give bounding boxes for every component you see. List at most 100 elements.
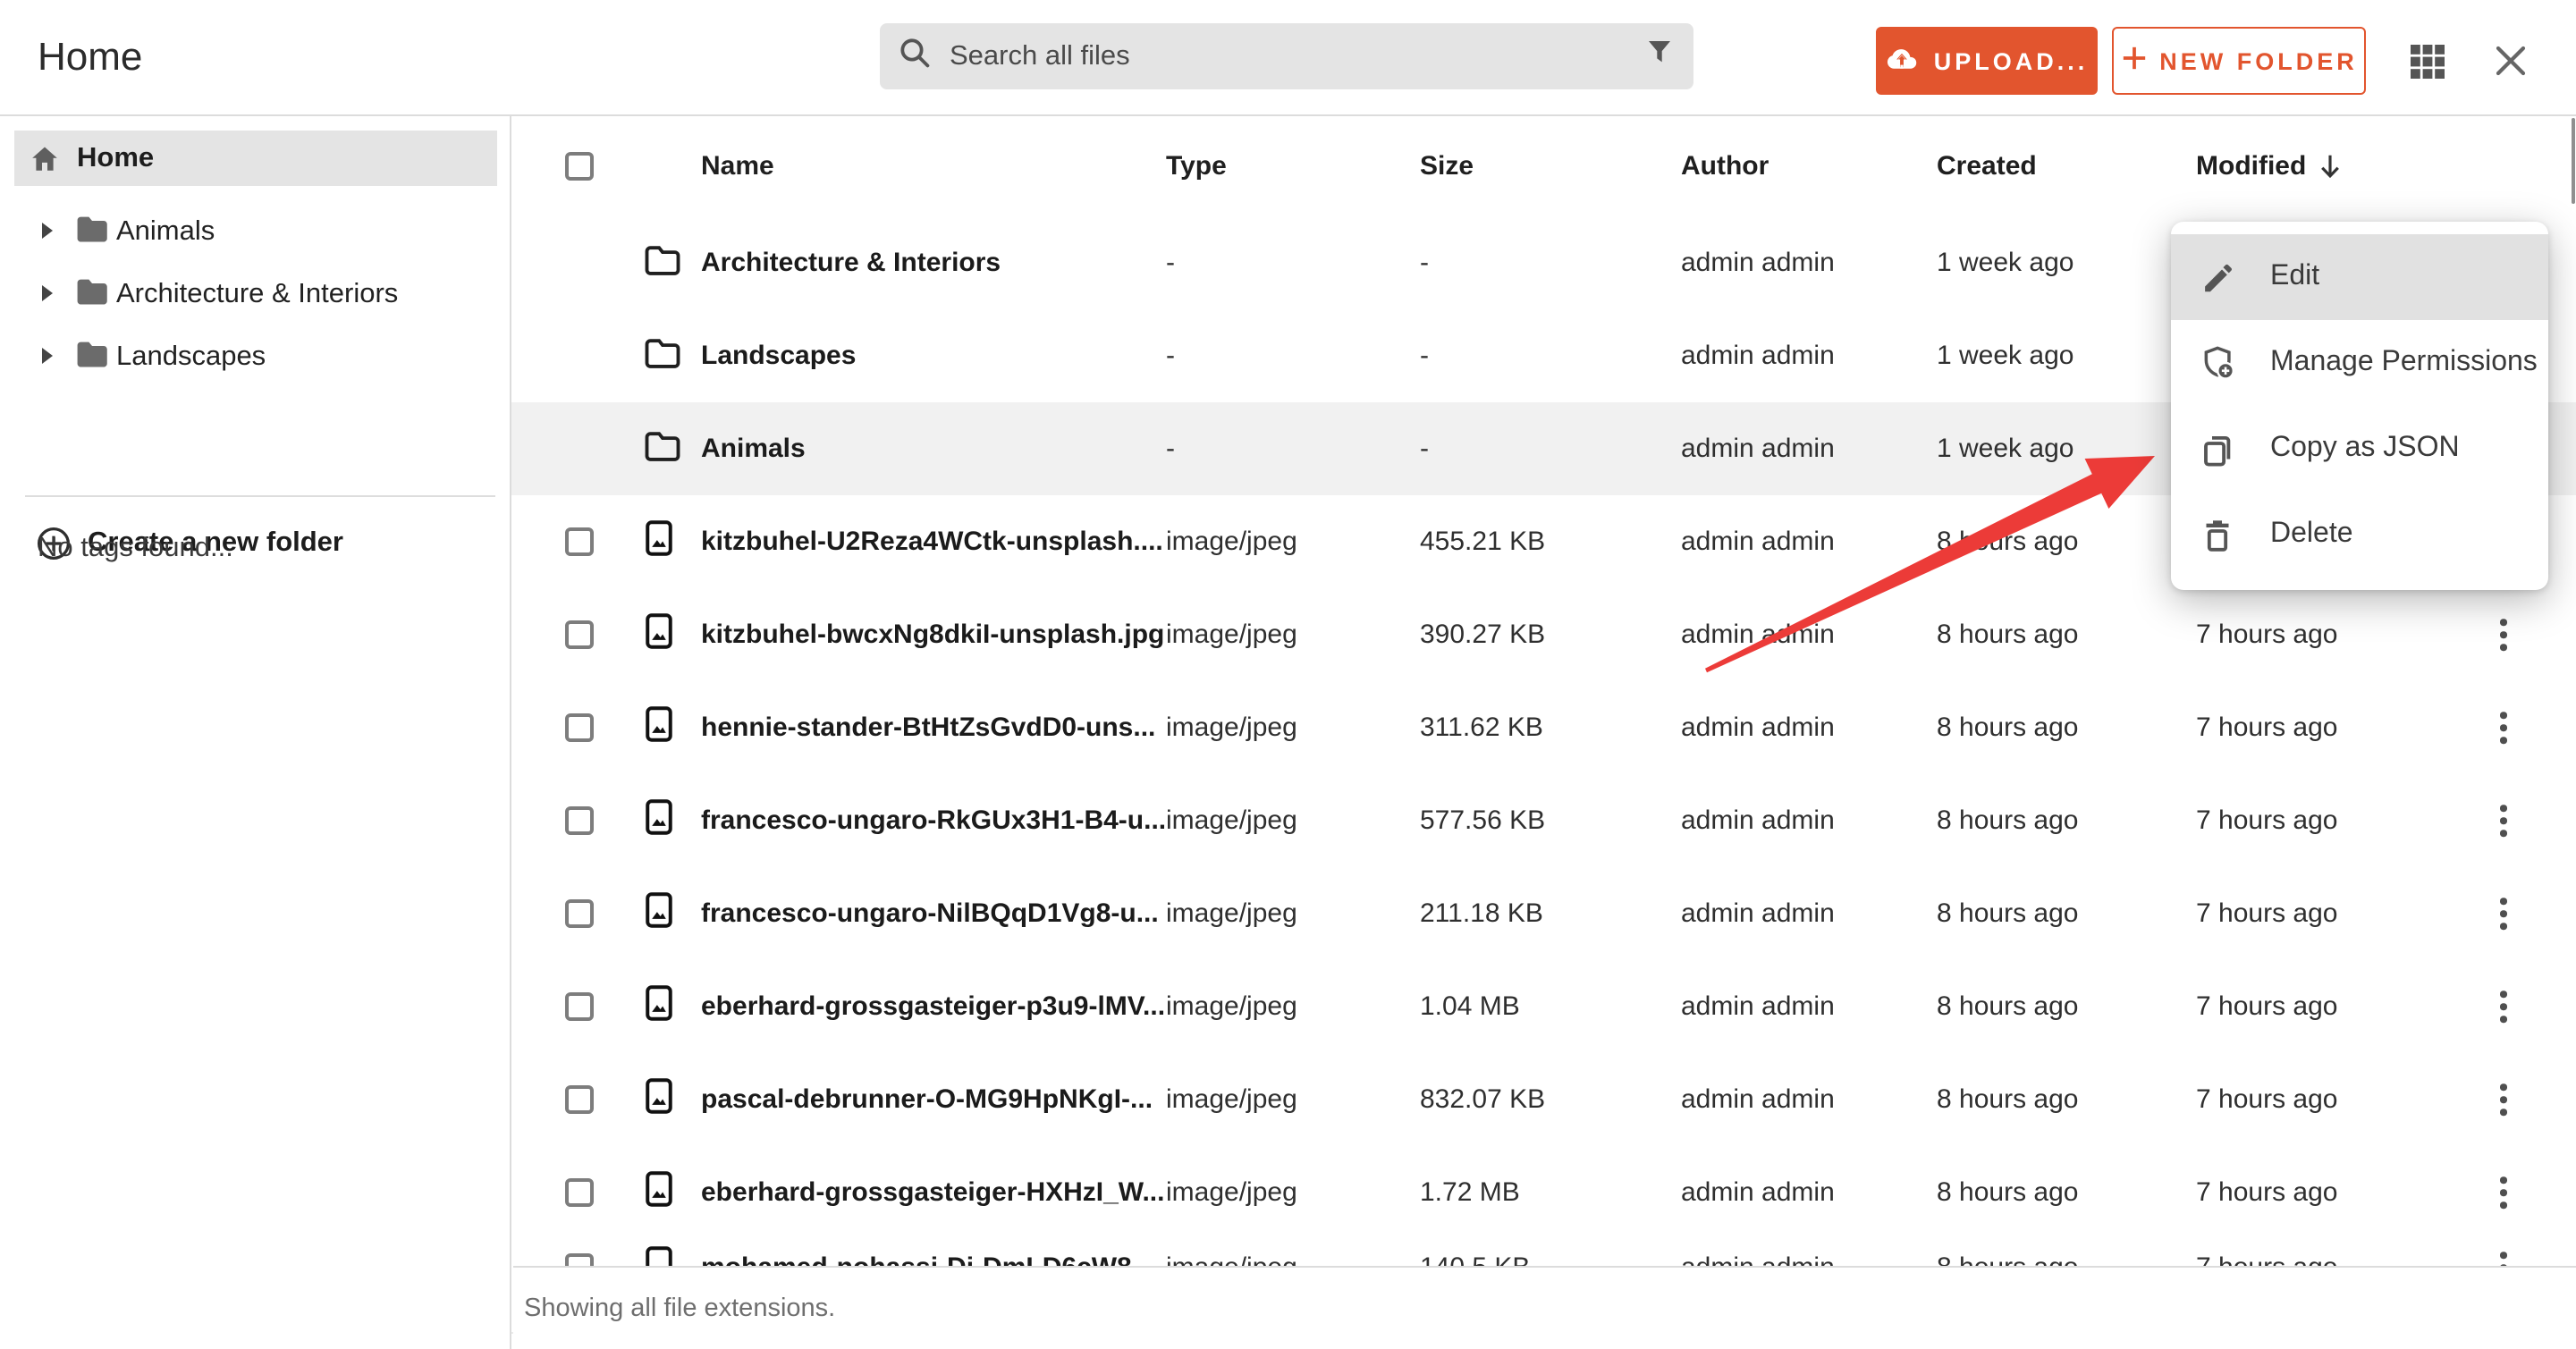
page-title: Home [38,34,143,79]
image-file-icon [644,798,674,843]
sidebar-folder-landscapes[interactable]: Landscapes [0,325,510,388]
status-bar: Showing all file extensions. [513,1266,2576,1349]
row-kebab-menu-icon[interactable] [2489,1083,2518,1116]
file-author: admin admin [1681,620,1835,650]
file-name[interactable]: eberhard-grossgasteiger-p3u9-lMV... [701,991,1165,1022]
folder-icon [75,338,109,375]
file-created: 8 hours ago [1937,1084,2079,1115]
table-row-file[interactable]: pascal-debrunner-O-MG9HpNKgI-... image/jp… [511,1053,2576,1148]
file-name[interactable]: kitzbuhel-U2Reza4WCtk-unsplash.... [701,527,1163,557]
context-menu-item-delete[interactable]: Delete [2170,492,2548,578]
close-icon[interactable] [2491,41,2530,80]
edit-pencil-icon [2199,258,2236,296]
folder-icon [75,213,109,250]
upload-button-label: UPLOAD... [1933,47,2089,74]
context-menu-item-label: Manage Permissions [2270,347,2538,377]
search-box[interactable] [880,23,1693,89]
sidebar-item-home[interactable]: Home [14,131,497,186]
context-menu-item-edit[interactable]: Edit [2170,234,2548,320]
folder-icon [644,429,681,468]
table-row-file[interactable]: francesco-ungaro-NilBQqD1Vg8-u... image/j… [511,867,2576,962]
file-size: 832.07 KB [1420,1084,1546,1115]
file-type: - [1166,341,1175,371]
folder-icon [644,243,681,282]
row-checkbox[interactable] [565,899,594,928]
scrollbar-thumb[interactable] [2571,118,2575,204]
file-type: - [1166,248,1175,278]
search-input[interactable] [946,38,1643,74]
column-header-size[interactable]: Size [1420,150,1474,181]
column-header-modified[interactable]: Modified [2196,150,2342,181]
column-header-created[interactable]: Created [1937,150,2037,181]
row-kebab-menu-icon[interactable] [2489,712,2518,744]
file-name[interactable]: pascal-debrunner-O-MG9HpNKgI-... [701,1084,1153,1115]
file-type: image/jpeg [1166,620,1297,650]
grid-view-icon[interactable] [2407,41,2446,80]
row-kebab-menu-icon[interactable] [2489,1176,2518,1209]
image-file-icon [644,705,674,750]
file-type: image/jpeg [1166,1177,1297,1208]
caret-right-icon[interactable] [41,215,54,248]
file-modified: 7 hours ago [2196,1084,2338,1115]
table-header: Name Type Size Author Created Modified [511,114,2576,218]
file-size: 577.56 KB [1420,805,1546,836]
trash-icon [2199,516,2236,553]
row-kebab-menu-icon[interactable] [2489,898,2518,930]
file-name[interactable]: kitzbuhel-bwcxNg8dkiI-unsplash.jpg [701,620,1164,650]
sidebar-folder-label: Landscapes [116,341,266,371]
column-header-modified-label: Modified [2196,150,2307,181]
row-checkbox[interactable] [565,806,594,835]
file-author: admin admin [1681,898,1835,929]
no-tags-message: No tags found... [38,533,233,563]
table-row-file[interactable]: kitzbuhel-bwcxNg8dkiI-unsplash.jpg image/… [511,588,2576,683]
file-modified: 7 hours ago [2196,620,2338,650]
row-kebab-menu-icon[interactable] [2489,991,2518,1023]
image-file-icon [644,1077,674,1122]
table-row-file[interactable]: hennie-stander-BtHtZsGvdD0-uns... image/j… [511,681,2576,776]
file-size: 1.72 MB [1420,1177,1520,1208]
row-checkbox[interactable] [565,527,594,556]
file-name[interactable]: Architecture & Interiors [701,248,1001,278]
column-header-author[interactable]: Author [1681,150,1769,181]
row-kebab-menu-icon[interactable] [2489,805,2518,837]
upload-button[interactable]: UPLOAD... [1876,27,2098,95]
sidebar-folder-architecture-interiors[interactable]: Architecture & Interiors [0,263,510,325]
caret-right-icon[interactable] [41,278,54,310]
file-name[interactable]: hennie-stander-BtHtZsGvdD0-uns... [701,712,1155,743]
file-author: admin admin [1681,527,1835,557]
context-menu-item-copy-as-json[interactable]: Copy as JSON [2170,406,2548,492]
file-name[interactable]: francesco-ungaro-RkGUx3H1-B4-u... [701,805,1166,836]
file-type: image/jpeg [1166,1084,1297,1115]
file-modified: 7 hours ago [2196,991,2338,1022]
file-name[interactable]: francesco-ungaro-NilBQqD1Vg8-u... [701,898,1159,929]
table-row-file[interactable]: eberhard-grossgasteiger-HXHzI_W... image/… [511,1146,2576,1241]
file-size: - [1420,248,1429,278]
file-created: 8 hours ago [1937,991,2079,1022]
select-all-checkbox[interactable] [565,151,594,180]
caret-right-icon[interactable] [41,341,54,373]
file-name[interactable]: Landscapes [701,341,856,371]
row-checkbox[interactable] [565,620,594,649]
column-header-name[interactable]: Name [701,150,774,181]
cloud-upload-icon [1886,45,1920,77]
file-name[interactable]: eberhard-grossgasteiger-HXHzI_W... [701,1177,1164,1208]
row-checkbox[interactable] [565,992,594,1021]
file-author: admin admin [1681,248,1835,278]
file-author: admin admin [1681,434,1835,464]
row-checkbox[interactable] [565,1085,594,1114]
context-menu-item-label: Edit [2270,261,2320,291]
filter-funnel-icon[interactable] [1643,36,1676,77]
table-row-file[interactable]: eberhard-grossgasteiger-p3u9-lMV... image… [511,960,2576,1055]
row-checkbox[interactable] [565,1178,594,1207]
file-type: - [1166,434,1175,464]
file-manager-window: Home UPLOAD... [0,0,2576,1349]
context-menu-item-manage-permissions[interactable]: Manage Permissions [2170,320,2548,406]
column-header-type[interactable]: Type [1166,150,1227,181]
row-kebab-menu-icon[interactable] [2489,619,2518,651]
sidebar-folder-animals[interactable]: Animals [0,200,510,263]
file-name[interactable]: Animals [701,434,806,464]
file-type: image/jpeg [1166,712,1297,743]
new-folder-button[interactable]: NEW FOLDER [2112,27,2366,95]
row-checkbox[interactable] [565,713,594,742]
table-row-file[interactable]: francesco-ungaro-RkGUx3H1-B4-u... image/j… [511,774,2576,869]
